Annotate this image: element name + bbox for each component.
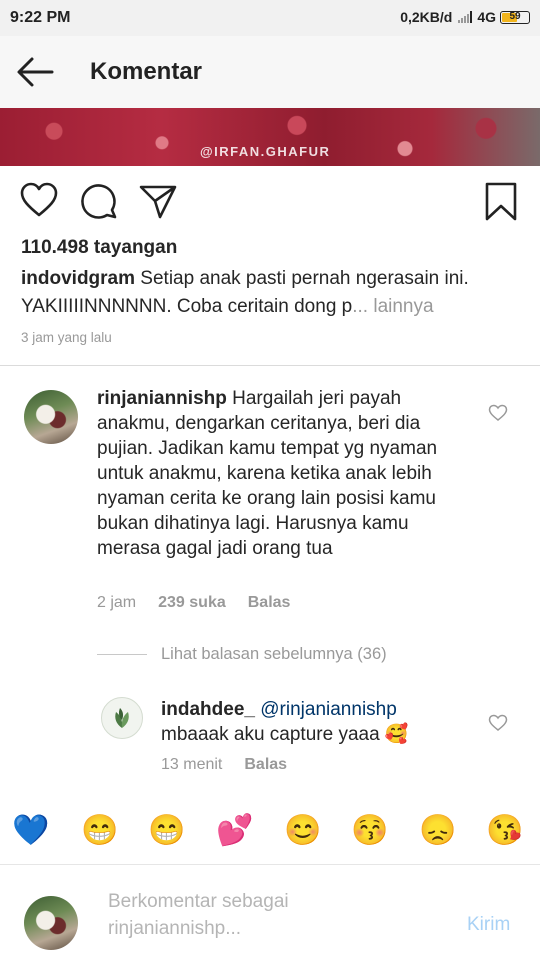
- disappointed-emoji[interactable]: 😞: [419, 812, 457, 850]
- two-hearts-emoji[interactable]: 💕: [216, 812, 254, 850]
- plant-logo-icon: [115, 708, 129, 728]
- reply-button[interactable]: Balas: [248, 594, 291, 611]
- comment-bubble-icon: [81, 184, 117, 219]
- smiling-emoji[interactable]: 😊: [284, 812, 322, 850]
- divider: [0, 864, 540, 865]
- replies-divider: [97, 654, 147, 655]
- kissing-emoji[interactable]: 😚: [351, 812, 389, 850]
- grinning-emoji[interactable]: 😁: [81, 812, 119, 850]
- reply-meta: 13 menit Balas: [161, 756, 309, 774]
- view-previous-replies[interactable]: Lihat balasan sebelumnya (36): [161, 645, 387, 664]
- video-preview[interactable]: @IRFAN.GHAFUR: [0, 108, 540, 166]
- comment-username[interactable]: rinjaniannishp: [97, 388, 227, 409]
- caption-username[interactable]: indovidgram: [21, 268, 135, 289]
- reply-time: 13 menit: [161, 756, 223, 773]
- comment-button[interactable]: [79, 181, 119, 221]
- comment-input-placeholder: rinjaniannishp...: [108, 918, 242, 939]
- comment-text: Hargailah jeri payah anakmu, dengarkan c…: [97, 388, 438, 559]
- status-indicators: 0,2KB/d 4G 59: [400, 9, 530, 25]
- send-button[interactable]: Kirim: [467, 914, 510, 936]
- page-title: Komentar: [90, 58, 203, 85]
- share-button[interactable]: [138, 181, 178, 221]
- video-watermark: @IRFAN.GHAFUR: [200, 144, 331, 159]
- battery-icon: 59: [500, 10, 530, 24]
- save-button[interactable]: [482, 181, 522, 221]
- bookmark-icon: [485, 182, 517, 221]
- comment-like-button[interactable]: [488, 404, 508, 422]
- comment-body: rinjaniannishp Hargailah jeri payah anak…: [97, 386, 467, 561]
- avatar: [24, 896, 78, 950]
- post-action-bar: [0, 175, 540, 227]
- network-type: 4G: [477, 9, 496, 25]
- reply-username[interactable]: indahdee_: [161, 699, 255, 720]
- back-button[interactable]: [14, 54, 58, 90]
- comment-time: 2 jam: [97, 594, 137, 611]
- avatar[interactable]: [101, 697, 143, 739]
- comment-input[interactable]: Berkomentar sebagai rinjaniannishp...: [108, 888, 438, 942]
- heart-outline-icon: [488, 404, 508, 421]
- signal-icon: [458, 11, 473, 23]
- post-caption: indovidgram Setiap anak pasti pernah nge…: [21, 265, 521, 321]
- avatar[interactable]: [24, 390, 78, 444]
- blowing-kiss-emoji[interactable]: 😘: [486, 812, 524, 850]
- network-speed: 0,2KB/d: [400, 9, 453, 25]
- reply-body: indahdee_ @rinjaniannishp mbaaak aku cap…: [161, 697, 461, 747]
- smiling-hearts-emoji: 🥰: [384, 724, 409, 745]
- heart-outline-icon: [488, 714, 508, 731]
- reply-button[interactable]: Balas: [244, 756, 287, 773]
- status-bar: 9:22 PM 0,2KB/d 4G 59: [0, 0, 540, 36]
- reply-text: mbaaak aku capture yaaa: [161, 724, 380, 745]
- emoji-quick-bar: 💙 😁 😁 💕 😊 😚 😞 😘: [0, 806, 540, 854]
- share-direct-icon: [139, 185, 177, 219]
- battery-level: 59: [509, 10, 521, 22]
- comment-meta: 2 jam 239 suka Balas: [97, 594, 312, 612]
- post-timestamp: 3 jam yang lalu: [21, 330, 112, 345]
- divider: [0, 365, 540, 366]
- heart-outline-icon: [20, 182, 58, 217]
- like-button[interactable]: [19, 181, 59, 221]
- arrow-left-icon: [17, 57, 54, 87]
- status-time: 9:22 PM: [10, 9, 71, 26]
- grinning-emoji[interactable]: 😁: [148, 812, 186, 850]
- reply-mention[interactable]: @rinjaniannishp: [260, 699, 397, 720]
- app-header: Komentar: [0, 36, 540, 108]
- reply-like-button[interactable]: [488, 714, 508, 732]
- caption-more-link[interactable]: ... lainnya: [352, 296, 433, 317]
- view-count: 110.498 tayangan: [21, 237, 178, 258]
- comment-input-placeholder: Berkomentar sebagai: [108, 891, 289, 912]
- blue-heart-emoji[interactable]: 💙: [12, 812, 50, 850]
- comment-likes[interactable]: 239 suka: [158, 594, 226, 611]
